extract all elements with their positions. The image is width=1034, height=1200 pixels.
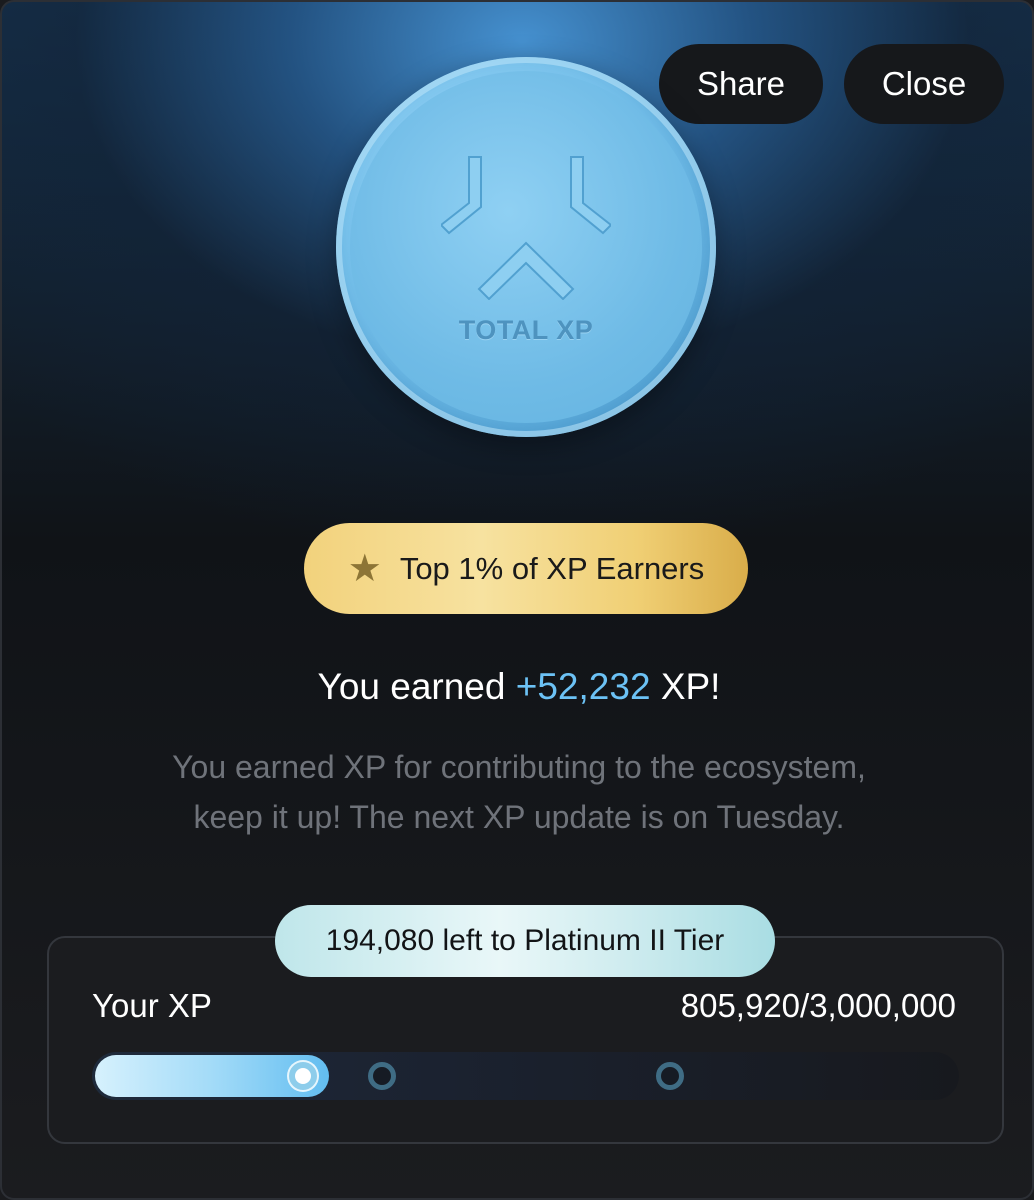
xp-modal: Share Close TOTAL XP ★ Top 1% of XP Earn… [0,0,1034,1200]
earned-prefix: You earned [317,666,506,707]
xp-progress-bar [92,1052,959,1100]
earned-description: You earned XP for contributing to the ec… [92,742,946,842]
total-xp-logo-icon [441,156,611,300]
earned-amount: +52,232 [515,666,651,707]
tier-remaining-pill: 194,080 left to Platinum II Tier [275,905,775,977]
coin-label: TOTAL XP [458,315,594,345]
earned-suffix: XP! [660,666,721,707]
badge-label: Top 1% of XP Earners [399,550,705,586]
description-line-2: keep it up! The next XP update is on Tue… [193,799,845,835]
top-earners-badge: ★ Top 1% of XP Earners [304,523,748,614]
current-progress-marker [289,1062,317,1090]
total-xp-coin: TOTAL XP [336,57,716,437]
tier-milestone-marker [656,1062,684,1090]
star-icon: ★ [347,547,382,590]
xp-value: 805,920/3,000,000 [680,987,956,1024]
description-line-1: You earned XP for contributing to the ec… [172,749,866,785]
close-button[interactable]: Close [844,44,1004,124]
tier-milestone-marker [368,1062,396,1090]
earned-heading: You earned +52,232 XP! [2,666,1032,708]
your-xp-label: Your XP [92,987,212,1024]
share-button[interactable]: Share [659,44,823,124]
